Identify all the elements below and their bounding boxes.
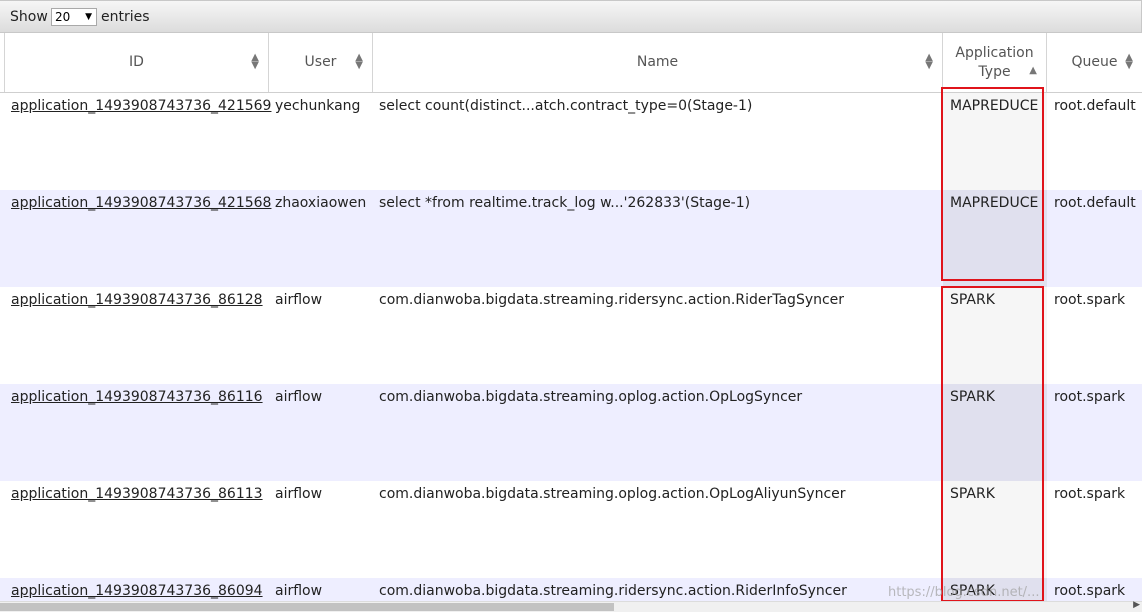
sort-asc-icon: ▲ [1029, 65, 1037, 76]
page-size-value: 20 [55, 10, 71, 24]
app-id-cell[interactable]: application_1493908743736_421569 [11, 98, 271, 114]
sort-both-icon: ▲ ▼ [251, 52, 259, 71]
app-id-link[interactable]: application_1493908743736_421568 [11, 195, 271, 211]
app-id-cell[interactable]: application_1493908743736_86113 [11, 486, 263, 502]
name-cell: select count(distinct...atch.contract_ty… [379, 98, 753, 114]
queue-cell: root.default [1054, 98, 1136, 114]
queue-cell: root.spark [1054, 583, 1126, 599]
column-header-user[interactable]: User ▲ ▼ [269, 33, 373, 92]
name-cell: com.dianwoba.bigdata.streaming.ridersync… [379, 583, 847, 599]
scroll-right-icon[interactable]: ▶ [1133, 600, 1140, 610]
user-cell: airflow [275, 486, 323, 502]
user-cell: yechunkang [275, 98, 361, 114]
column-header-label: User [304, 54, 337, 70]
app-id-cell[interactable]: application_1493908743736_86128 [11, 292, 263, 308]
column-header-label: Application Type [955, 44, 1034, 80]
column-header-label: Queue [1071, 54, 1118, 70]
sort-both-icon: ▲ ▼ [1125, 52, 1133, 71]
show-label: Show [10, 9, 48, 25]
app-id-cell[interactable]: application_1493908743736_86094 [11, 583, 263, 599]
column-header-application-type[interactable]: Application Type ▲ [943, 33, 1047, 92]
highlight-box-mapreduce [941, 87, 1044, 281]
app-id-link[interactable]: application_1493908743736_421569 [11, 98, 271, 114]
entries-label: entries [101, 9, 150, 25]
watermark: https://blog.csdn.net/... [888, 585, 1040, 600]
name-cell: com.dianwoba.bigdata.streaming.oplog.act… [379, 389, 803, 405]
user-cell: airflow [275, 389, 323, 405]
column-header-id[interactable]: ID ▲ ▼ [4, 33, 269, 92]
app-id-link[interactable]: application_1493908743736_86116 [11, 389, 263, 405]
column-header-label: ID [129, 54, 144, 70]
user-cell: zhaoxiaowen [275, 195, 367, 211]
queue-cell: root.spark [1054, 486, 1126, 502]
page-size-select[interactable]: 20 ▼ [51, 8, 97, 26]
table-header: ID ▲ ▼ User ▲ ▼ Name ▲ ▼ Application Type ▲… [0, 33, 1142, 93]
column-header-label: Name [636, 54, 679, 70]
scrollbar-thumb[interactable] [0, 603, 614, 611]
app-id-link[interactable]: application_1493908743736_86128 [11, 292, 263, 308]
app-id-cell[interactable]: application_1493908743736_421568 [11, 195, 271, 211]
app-id-cell[interactable]: application_1493908743736_86116 [11, 389, 263, 405]
app-id-link[interactable]: application_1493908743736_86113 [11, 486, 263, 502]
table-length-toolbar: Show 20 ▼ entries [0, 0, 1142, 33]
queue-cell: root.spark [1054, 292, 1126, 308]
horizontal-scrollbar[interactable]: ▶ [0, 600, 1142, 612]
name-cell: com.dianwoba.bigdata.streaming.ridersync… [379, 292, 845, 308]
queue-cell: root.spark [1054, 389, 1126, 405]
app-id-link[interactable]: application_1493908743736_86094 [11, 583, 263, 599]
name-cell: select *from realtime.track_log w...'262… [379, 195, 751, 211]
user-cell: airflow [275, 583, 323, 599]
sort-both-icon: ▲ ▼ [925, 52, 933, 71]
column-header-name[interactable]: Name ▲ ▼ [373, 33, 943, 92]
user-cell: airflow [275, 292, 323, 308]
highlight-box-spark [941, 286, 1044, 602]
name-cell: com.dianwoba.bigdata.streaming.oplog.act… [379, 486, 846, 502]
column-header-queue[interactable]: Queue ▲ ▼ [1047, 33, 1142, 92]
queue-cell: root.default [1054, 195, 1136, 211]
sort-both-icon: ▲ ▼ [355, 52, 363, 71]
chevron-down-icon: ▼ [85, 12, 92, 22]
